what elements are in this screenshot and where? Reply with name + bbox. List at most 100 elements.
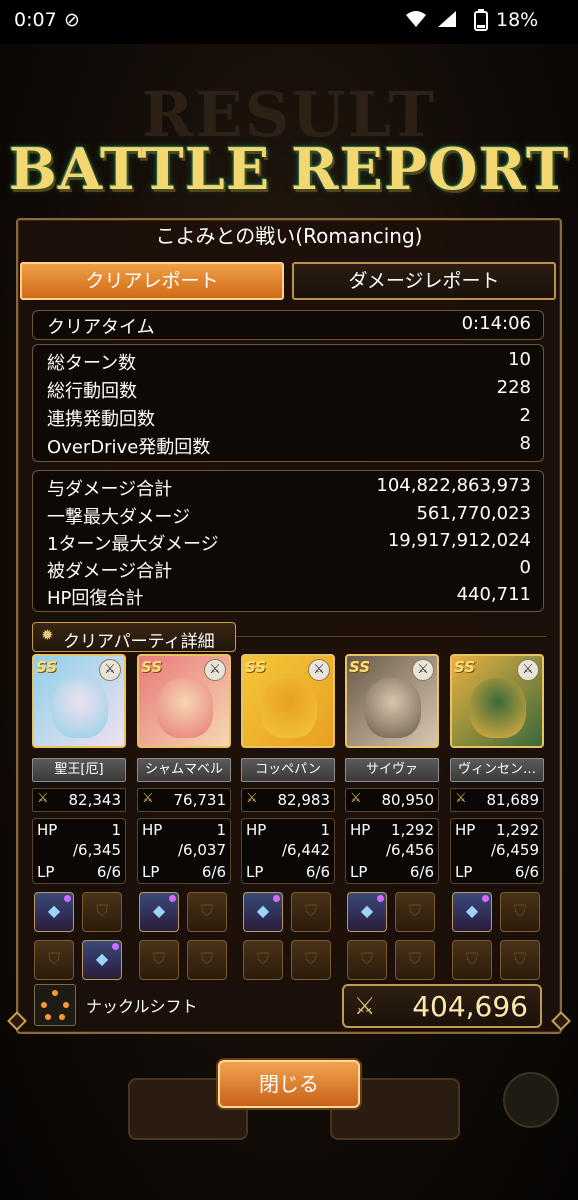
element-icon: ⚔ bbox=[412, 659, 434, 681]
power-value: 80,950 bbox=[381, 791, 435, 809]
lp-value: 6/6 bbox=[201, 863, 226, 881]
element-icon: ⚔ bbox=[99, 659, 121, 681]
character-name: コッペパン bbox=[241, 758, 335, 782]
hp-value: 1 bbox=[216, 821, 226, 839]
stat-value: 19,917,912,024 bbox=[387, 530, 531, 551]
hp-max: /6,456 bbox=[386, 841, 434, 859]
equipment-slot-empty[interactable]: ⛉ bbox=[139, 940, 179, 980]
empty-slot-icon: ⛉ bbox=[95, 901, 108, 920]
stat-value: 561,770,023 bbox=[416, 503, 531, 524]
equipment-slot-empty[interactable]: ⛉ bbox=[395, 892, 435, 932]
rank-ss-badge: SS bbox=[36, 658, 58, 676]
stat-value: 104,822,863,973 bbox=[376, 475, 531, 496]
total-party-power: ⚔ 404,696 bbox=[342, 984, 542, 1028]
equipment-slot-filled[interactable]: ◆ bbox=[452, 892, 492, 932]
equipment-slot-filled[interactable]: ◆ bbox=[34, 892, 74, 932]
character-name: サイヴァ bbox=[345, 758, 439, 782]
gear-icon: ✹ bbox=[41, 626, 54, 644]
rarity-dot-icon bbox=[64, 895, 71, 902]
equipment-slot-filled[interactable]: ◆ bbox=[347, 892, 387, 932]
empty-slot-icon: ⛉ bbox=[256, 949, 269, 968]
equipment-slot-empty[interactable]: ⛉ bbox=[500, 940, 540, 980]
stat-value: 10 bbox=[508, 349, 531, 370]
stat-label: 一撃最大ダメージ bbox=[47, 507, 191, 528]
close-button[interactable]: 閉じる bbox=[218, 1060, 360, 1108]
character-face bbox=[52, 678, 108, 738]
character-face bbox=[261, 678, 317, 738]
empty-slot-icon: ⛉ bbox=[360, 949, 373, 968]
party-member[interactable]: SS ⚔ シャムマベル ⚔ 76,731 HP 1 /6,037 LP 6/6 … bbox=[137, 654, 231, 982]
party-member[interactable]: SS ⚔ サイヴァ ⚔ 80,950 HP 1,292 /6,456 LP 6/… bbox=[345, 654, 439, 982]
lp-label: LP bbox=[350, 863, 368, 881]
character-power: ⚔ 81,689 bbox=[450, 788, 544, 812]
equipment-slot-empty[interactable]: ⛉ bbox=[291, 940, 331, 980]
hp-max: /6,442 bbox=[282, 841, 330, 859]
party-member[interactable]: SS ⚔ 聖王[厄] ⚔ 82,343 HP 1 /6,345 LP 6/6 ◆… bbox=[32, 654, 126, 982]
empty-slot-icon: ⛉ bbox=[408, 949, 421, 968]
divider bbox=[236, 636, 546, 637]
empty-slot-icon: ⛉ bbox=[304, 901, 317, 920]
character-portrait[interactable]: SS ⚔ bbox=[345, 654, 439, 748]
party-member[interactable]: SS ⚔ ヴィンセン… ⚔ 81,689 HP 1,292 /6,459 LP … bbox=[450, 654, 544, 982]
equipment-slot-empty[interactable]: ⛉ bbox=[34, 940, 74, 980]
lp-label: LP bbox=[246, 863, 264, 881]
turn-stats-box: 総ターン数 10 総行動回数 228 連携発動回数 2 OverDrive発動回… bbox=[32, 344, 544, 462]
equipment-slot-empty[interactable]: ⛉ bbox=[395, 940, 435, 980]
rank-ss-badge: SS bbox=[454, 658, 476, 676]
sword-icon: ⚔ bbox=[246, 791, 258, 806]
equipment-slot-empty[interactable]: ⛉ bbox=[243, 940, 283, 980]
equipment-slot-empty[interactable]: ⛉ bbox=[291, 892, 331, 932]
stat-row: OverDrive発動回数 8 bbox=[47, 433, 531, 461]
equipment-slot-filled[interactable]: ◆ bbox=[243, 892, 283, 932]
stat-row: 連携発動回数 2 bbox=[47, 405, 531, 433]
equipment-slot-empty[interactable]: ⛉ bbox=[82, 892, 122, 932]
sword-icon: ⚔ bbox=[350, 791, 362, 806]
status-time: 0:07 bbox=[14, 9, 57, 31]
hp-label: HP bbox=[246, 821, 267, 839]
lp-value: 6/6 bbox=[514, 863, 539, 881]
equipment-slot-filled[interactable]: ◆ bbox=[82, 940, 122, 980]
stat-row: 1ターン最大ダメージ 19,917,912,024 bbox=[47, 530, 531, 558]
hp-label: HP bbox=[37, 821, 58, 839]
lp-label: LP bbox=[455, 863, 473, 881]
empty-slot-icon: ⛉ bbox=[513, 949, 526, 968]
character-portrait[interactable]: SS ⚔ bbox=[137, 654, 231, 748]
character-power: ⚔ 82,983 bbox=[241, 788, 335, 812]
tab-damage-report[interactable]: ダメージレポート bbox=[292, 262, 556, 300]
equipment-grid: ◆ ⛉ ⛉ ⛉ bbox=[243, 892, 335, 982]
equipment-slot-empty[interactable]: ⛉ bbox=[452, 940, 492, 980]
character-portrait[interactable]: SS ⚔ bbox=[32, 654, 126, 748]
clear-time-row: クリアタイム 0:14:06 bbox=[47, 313, 531, 341]
character-face bbox=[470, 678, 526, 738]
stat-label: 1ターン最大ダメージ bbox=[47, 534, 219, 555]
stat-value: 228 bbox=[496, 377, 531, 398]
character-face bbox=[365, 678, 421, 738]
equipment-slot-empty[interactable]: ⛉ bbox=[187, 940, 227, 980]
equipment-slot-empty[interactable]: ⛉ bbox=[347, 940, 387, 980]
equipment-icon: ◆ bbox=[152, 901, 166, 920]
equipment-slot-empty[interactable]: ⛉ bbox=[187, 892, 227, 932]
battery-percent: 18% bbox=[496, 9, 539, 31]
stat-row: 総ターン数 10 bbox=[47, 349, 531, 377]
rank-ss-badge: SS bbox=[245, 658, 267, 676]
total-power-value: 404,696 bbox=[412, 990, 528, 1023]
stat-label: 総ターン数 bbox=[47, 353, 137, 374]
stat-label: HP回復合計 bbox=[47, 588, 144, 609]
power-value: 76,731 bbox=[173, 791, 227, 809]
character-portrait[interactable]: SS ⚔ bbox=[241, 654, 335, 748]
hp-value: 1 bbox=[111, 821, 121, 839]
formation-icon[interactable] bbox=[34, 984, 76, 1026]
character-portrait[interactable]: SS ⚔ bbox=[450, 654, 544, 748]
power-value: 82,983 bbox=[277, 791, 331, 809]
equipment-slot-empty[interactable]: ⛉ bbox=[500, 892, 540, 932]
status-bar: 0:07 ⊘ 18% bbox=[0, 0, 578, 44]
empty-slot-icon: ⛉ bbox=[200, 949, 213, 968]
stat-row: 総行動回数 228 bbox=[47, 377, 531, 405]
notification-icon: ⊘ bbox=[64, 9, 80, 31]
party-member[interactable]: SS ⚔ コッペパン ⚔ 82,983 HP 1 /6,442 LP 6/6 ◆… bbox=[241, 654, 335, 982]
equipment-slot-filled[interactable]: ◆ bbox=[139, 892, 179, 932]
hp-value: 1 bbox=[320, 821, 330, 839]
stat-row: 一撃最大ダメージ 561,770,023 bbox=[47, 503, 531, 531]
stat-value: 8 bbox=[519, 433, 531, 454]
tab-clear-report[interactable]: クリアレポート bbox=[20, 262, 284, 300]
